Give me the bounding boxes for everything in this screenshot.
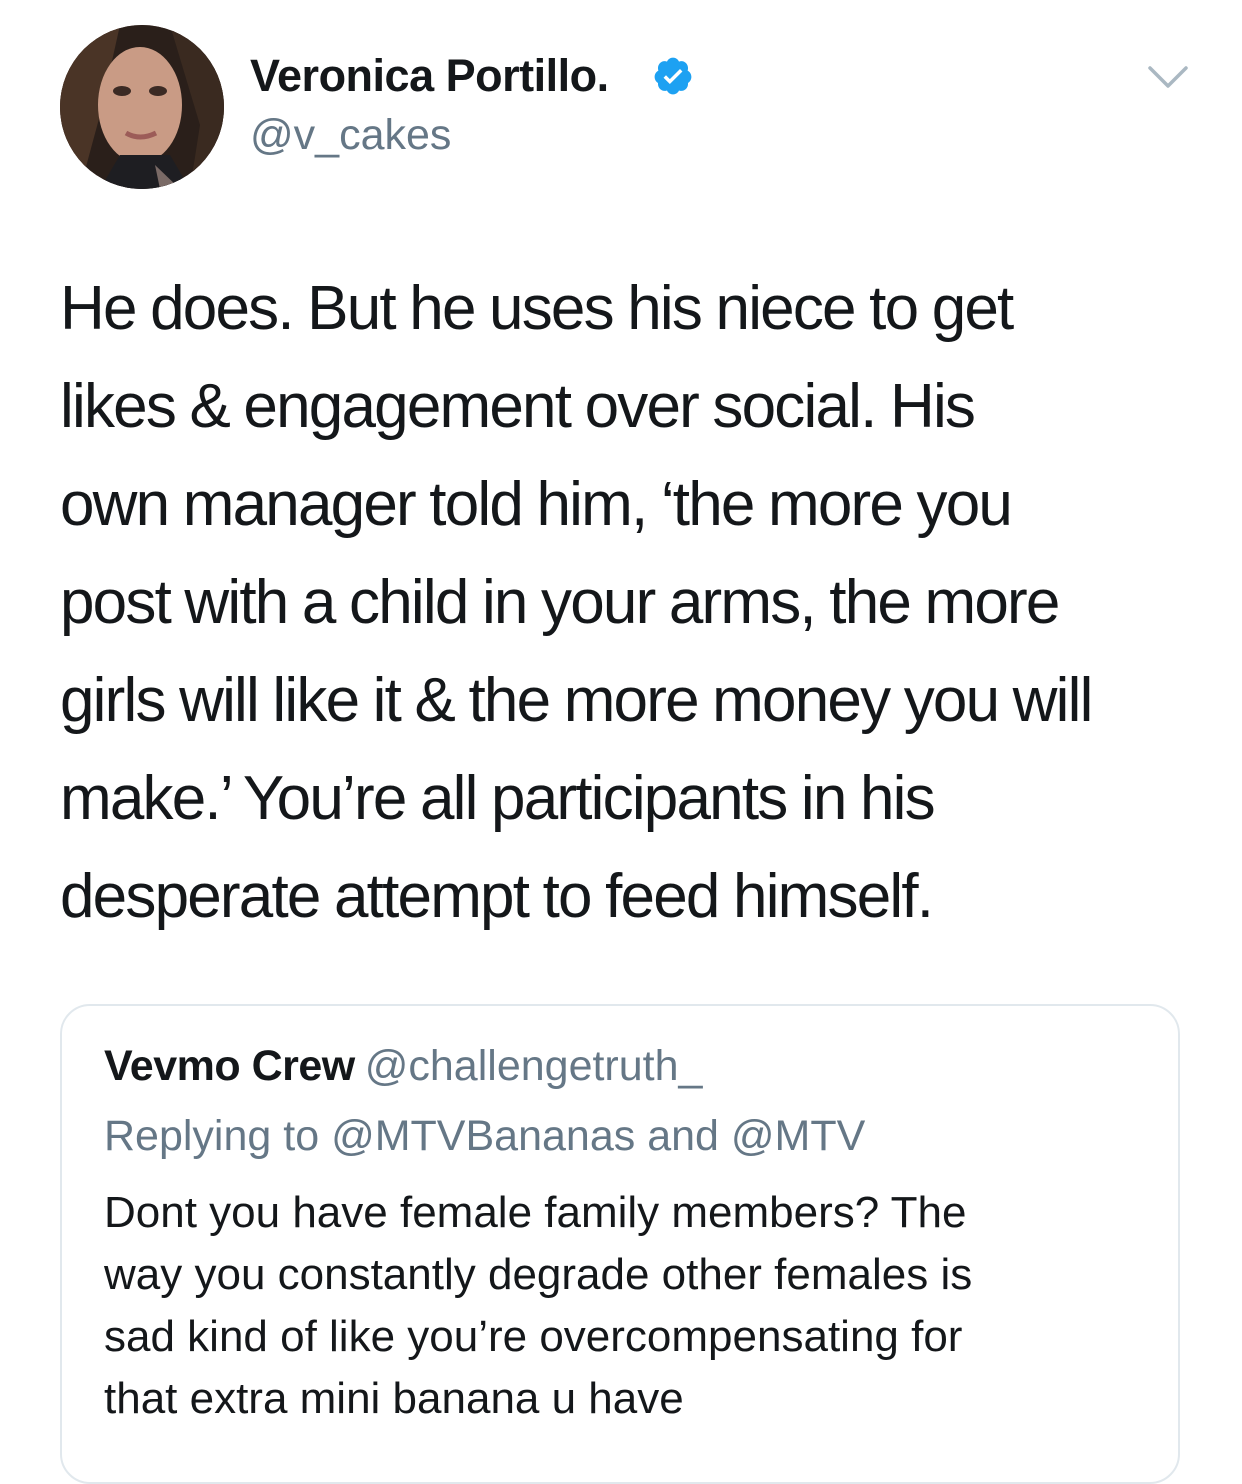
author-handle[interactable]: @v_cakes	[250, 111, 451, 160]
author-display-name[interactable]: Veronica Portillo.	[250, 50, 609, 102]
quoted-text-line: Dont you have female family members? The	[104, 1188, 967, 1237]
avatar[interactable]	[60, 25, 224, 189]
tweet-text-line: own manager told him, ‘the more you	[60, 470, 1013, 539]
tweet-text-line: He does. But he uses his niece to get	[60, 274, 1014, 343]
quoted-tweet-text: Dont you have female family members? The…	[104, 1182, 1144, 1430]
verified-badge-icon	[654, 57, 692, 95]
tweet-text-line: post with a child in your arms, the more	[60, 568, 1060, 637]
tweet-text: He does. But he uses his niece to get li…	[60, 260, 1210, 946]
chevron-down-icon[interactable]	[1146, 60, 1190, 96]
quoted-text-line: sad kind of like you’re overcompensating…	[104, 1312, 963, 1361]
quoted-tweet-card[interactable]: Vevmo Crew @challengetruth_ Replying to @…	[60, 1004, 1180, 1484]
tweet-text-line: likes & engagement over social. His	[60, 372, 976, 441]
tweet-text-line: desperate attempt to feed himself.	[60, 862, 934, 931]
tweet-text-line: girls will like it & the more money you …	[60, 666, 1093, 735]
avatar-photo	[60, 25, 224, 189]
quoted-text-line: that extra mini banana u have	[104, 1374, 684, 1423]
quoted-author-handle: @challengetruth_	[364, 1042, 703, 1090]
replying-to-line: Replying to @MTVBananas and @MTV	[104, 1112, 866, 1160]
quoted-author-name: Vevmo Crew	[104, 1042, 355, 1090]
tweet-text-line: make.’ You’re all participants in his	[60, 764, 936, 833]
quoted-text-line: way you constantly degrade other females…	[104, 1250, 973, 1299]
tweet-container: Veronica Portillo. @v_cakes He does. But…	[0, 0, 1242, 1484]
quoted-tweet-header: Vevmo Crew @challengetruth_	[104, 1042, 702, 1091]
